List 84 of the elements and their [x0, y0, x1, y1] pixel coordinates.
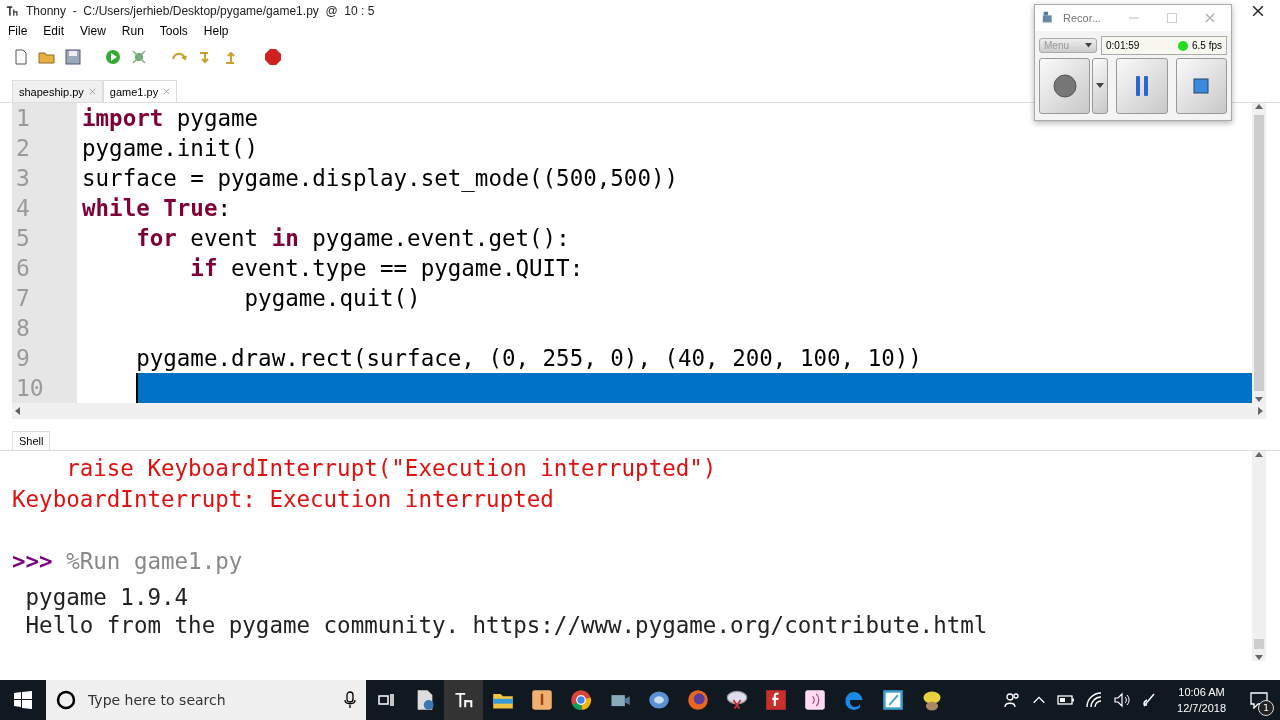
- line-number: 10: [15, 374, 45, 403]
- scroll-up-icon[interactable]: [1255, 451, 1263, 459]
- menu-label: Menu: [1044, 40, 1069, 51]
- scroll-up-icon[interactable]: [1255, 103, 1263, 111]
- record-icon: [1052, 74, 1077, 98]
- volume-icon[interactable]: [1113, 691, 1132, 709]
- menu-item[interactable]: Tools: [159, 24, 188, 38]
- close-icon[interactable]: [1252, 4, 1264, 17]
- line-number: 2: [15, 134, 31, 163]
- pause-icon: [1133, 74, 1150, 98]
- error-line: KeyboardInterrupt: Execution interrupted: [12, 485, 555, 514]
- windows-logo-icon: [14, 691, 32, 709]
- menu-item[interactable]: View: [80, 24, 106, 38]
- line-number: 4: [15, 194, 31, 223]
- fps-reading: 6.5 fps: [1191, 40, 1222, 51]
- clock[interactable]: 10:06 AM 12/7/2018: [1169, 684, 1234, 716]
- code-line: if event.type == pygame.QUIT:: [189, 254, 584, 283]
- error-line: raise KeyboardInterrupt("Execution interrupted"): [65, 454, 718, 483]
- output-line: Hello from the pygame community. https://www.pygame.org/contribute.html: [24, 611, 989, 639]
- menu-item[interactable]: Edit: [43, 24, 65, 38]
- scrollbar[interactable]: [1252, 103, 1266, 403]
- line-number: 6: [15, 254, 31, 283]
- record-options-button[interactable]: [1092, 58, 1109, 114]
- debug-icon[interactable]: [130, 48, 148, 66]
- horizontal-scrollbar[interactable]: [12, 403, 1266, 419]
- scroll-right-icon[interactable]: [1256, 407, 1264, 415]
- editor-tab[interactable]: game1.py: [102, 80, 178, 102]
- wifi-icon[interactable]: [1085, 691, 1104, 709]
- stop-button[interactable]: [1175, 58, 1227, 114]
- window-title: Thonny - C:/Users/jerhieb/Desktop/pygame/game1.py @ 10 : 5: [26, 4, 375, 18]
- snipping-tool-icon[interactable]: [725, 689, 748, 711]
- search-bar[interactable]: Type here to search: [46, 680, 366, 720]
- microphone-icon[interactable]: [344, 691, 356, 709]
- stop-icon: [1193, 78, 1210, 94]
- menu-item[interactable]: Help: [203, 24, 229, 38]
- line-number: 7: [15, 284, 31, 313]
- audio-app-icon[interactable]: [803, 689, 826, 711]
- run-icon[interactable]: [104, 48, 122, 66]
- people-icon[interactable]: [1003, 691, 1022, 709]
- menu-item[interactable]: File: [8, 24, 28, 38]
- editor-tab[interactable]: shapeship.py: [12, 80, 103, 102]
- stop-icon[interactable]: [264, 48, 282, 66]
- pause-button[interactable]: [1116, 58, 1168, 114]
- code-line: while True:: [82, 194, 231, 223]
- scrollbar[interactable]: [1252, 451, 1266, 661]
- prompt-line: >>> %Run game1.py: [12, 547, 244, 576]
- line-number: 9: [15, 344, 31, 373]
- code-line: for event in pygame.event.get():: [135, 224, 570, 253]
- app-tile-icon[interactable]: [530, 689, 553, 711]
- task-view-icon[interactable]: [376, 691, 395, 709]
- cortana-circle-icon: [56, 690, 76, 710]
- scroll-left-icon[interactable]: [14, 407, 22, 415]
- line-number: 8: [15, 314, 31, 343]
- code-line: pygame.init(): [82, 134, 259, 163]
- thonny-logo-icon[interactable]: [6, 4, 20, 18]
- line-number: 3: [15, 164, 31, 193]
- code-line: pygame.draw.rect(surface, (0, 255, 0), (40, 200, 100, 10)): [135, 344, 922, 373]
- menu-item[interactable]: Run: [121, 24, 144, 38]
- caret-icon: [1085, 43, 1092, 48]
- status-dot-icon: [1177, 40, 1188, 51]
- search-input[interactable]: Type here to search: [86, 691, 334, 709]
- save-icon[interactable]: [64, 48, 82, 66]
- chrome-icon[interactable]: [569, 689, 592, 711]
- message-icon: [1249, 691, 1269, 709]
- shell-tab[interactable]: Shell: [12, 431, 51, 450]
- code-line: pygame.quit(): [243, 284, 421, 313]
- notification-button[interactable]: 1: [1244, 680, 1274, 720]
- line-number: 5: [15, 224, 31, 253]
- edge-icon[interactable]: [842, 689, 865, 711]
- notepad-icon[interactable]: [881, 689, 904, 711]
- output-line: pygame 1.9.4: [24, 583, 190, 611]
- scroll-down-icon[interactable]: [1255, 653, 1263, 661]
- elapsed-time: 0:01:59: [1106, 40, 1140, 51]
- code-line: import pygame: [82, 104, 259, 133]
- scroll-thumb[interactable]: [1254, 639, 1264, 649]
- record-button[interactable]: [1039, 58, 1091, 114]
- code-line: surface = pygame.display.set_mode((500,500)): [82, 164, 679, 193]
- line-number: 1: [15, 104, 31, 133]
- firefox-icon[interactable]: [686, 689, 709, 711]
- scroll-thumb[interactable]: [1254, 115, 1264, 391]
- app-tile-icon[interactable]: [764, 689, 787, 711]
- notification-count: 1: [1258, 700, 1274, 716]
- caret-icon: [1096, 83, 1105, 89]
- recorder-title: Recor...: [1063, 12, 1101, 24]
